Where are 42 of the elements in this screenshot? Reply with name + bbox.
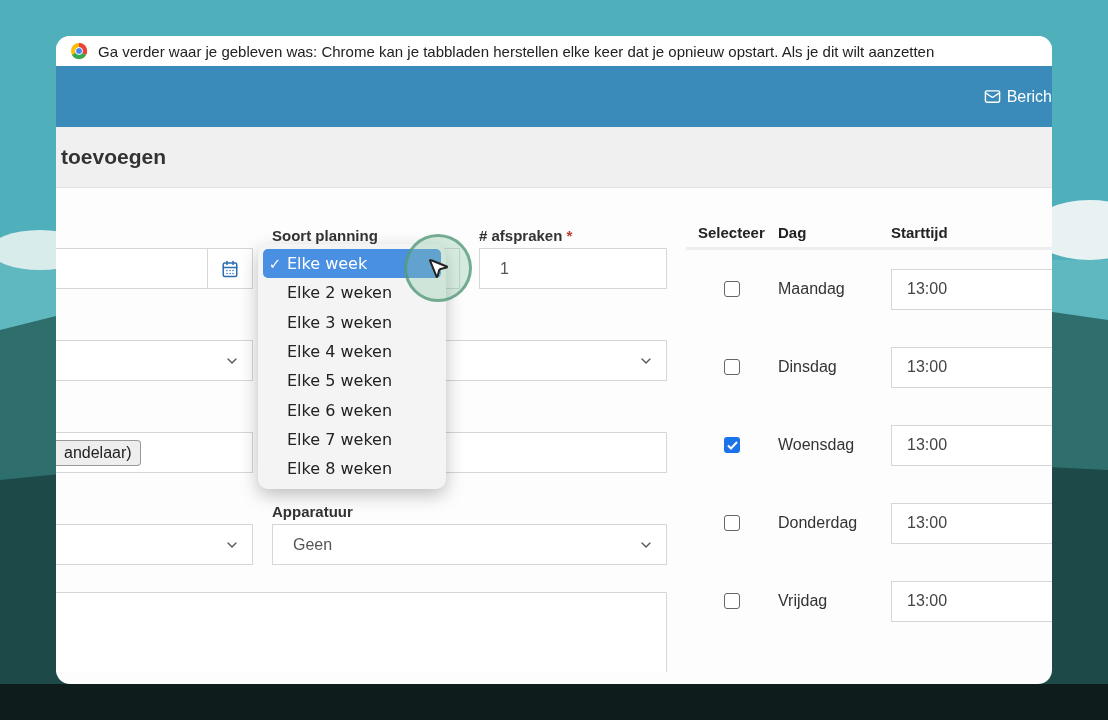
- dropdown-option[interactable]: Elke 6 weken: [263, 395, 441, 425]
- calendar-button[interactable]: [208, 248, 253, 289]
- dropdown-option[interactable]: Elke 4 weken: [263, 336, 441, 367]
- day-checkbox[interactable]: [724, 515, 740, 531]
- start-time-field[interactable]: 13:00: [891, 424, 1052, 466]
- start-time-field[interactable]: 13:00: [891, 268, 1052, 310]
- date-field[interactable]: [56, 248, 208, 289]
- calendar-icon: [221, 259, 239, 278]
- start-time-field[interactable]: 13:00: [891, 346, 1052, 388]
- field-label: Apparatuur: [272, 503, 354, 520]
- messages-link[interactable]: Berich: [983, 87, 1052, 106]
- field-label: Soort planning: [272, 227, 379, 244]
- selection-field[interactable]: andelaar): [56, 432, 253, 473]
- column-header: Starttijd: [891, 224, 949, 241]
- selected-tag[interactable]: andelaar): [56, 439, 141, 466]
- dropdown-option[interactable]: Elke 8 weken: [263, 454, 441, 484]
- dropdown-option[interactable]: Elke 5 weken: [263, 366, 441, 396]
- browser-logo-icon: [70, 42, 88, 60]
- page-title: toevoegen: [61, 145, 167, 169]
- mail-icon: [983, 88, 1001, 105]
- equipment-select[interactable]: Geen: [272, 524, 667, 565]
- day-name: Dinsdag: [778, 358, 838, 376]
- select-field[interactable]: [56, 524, 253, 565]
- restore-tabs-message: Ga verder waar je gebleven was: Chrome kan je tabbladen herstellen elke keer dat je opnieuw opstart. Als je dit wilt aanzetten: [98, 42, 935, 60]
- day-checkbox[interactable]: [724, 593, 740, 609]
- day-checkbox[interactable]: [724, 281, 740, 297]
- dropdown-option[interactable]: Elke 3 weken: [263, 307, 441, 337]
- day-name: Maandag: [778, 280, 846, 298]
- day-name: Vrijdag: [778, 592, 829, 610]
- select-field[interactable]: [56, 340, 253, 381]
- dropdown-option[interactable]: Elke 7 weken: [263, 424, 441, 455]
- day-name: Donderdag: [778, 514, 859, 532]
- day-checkbox[interactable]: [724, 359, 740, 375]
- start-time-field[interactable]: 13:00: [891, 580, 1052, 622]
- column-header: Selecteer: [698, 224, 766, 241]
- field-label: # afspraken *: [479, 227, 574, 244]
- start-time-field[interactable]: 13:00: [891, 502, 1052, 544]
- day-checkbox[interactable]: [724, 437, 740, 453]
- day-name: Woensdag: [778, 436, 856, 454]
- dropdown-option[interactable]: Elke 2 weken: [263, 278, 441, 308]
- column-header: Dag: [778, 224, 808, 241]
- count-field[interactable]: 1: [479, 248, 667, 289]
